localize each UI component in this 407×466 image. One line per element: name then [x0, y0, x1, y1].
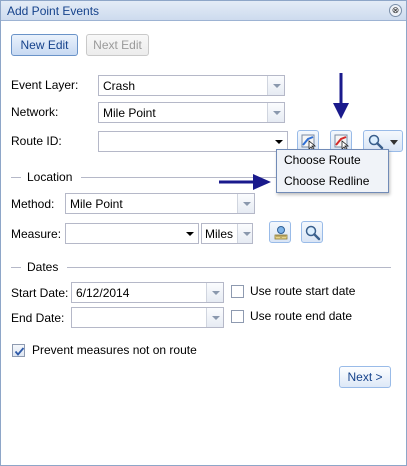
use-route-start-date-label: Use route start date [250, 284, 356, 298]
measure-input[interactable] [65, 223, 199, 244]
method-value: Mile Point [70, 197, 123, 211]
route-id-label: Route ID: [11, 134, 62, 148]
prevent-measures-checkbox[interactable] [12, 344, 25, 357]
measure-pick-button[interactable] [269, 221, 291, 243]
title-bar[interactable]: Add Point Events ⊗ [1, 1, 406, 21]
menu-item-choose-route[interactable]: Choose Route [277, 150, 388, 171]
measure-zoom-button[interactable] [301, 221, 323, 243]
annotation-arrow-down-icon [333, 73, 349, 119]
chevron-down-icon[interactable] [267, 76, 284, 95]
add-point-events-window: Add Point Events ⊗ New Edit Next Edit Ev… [0, 0, 407, 466]
annotation-arrow-right-icon [219, 174, 271, 190]
network-value: Mile Point [103, 106, 156, 120]
measure-pick-icon [274, 226, 288, 240]
next-edit-button[interactable]: Next Edit [86, 34, 149, 56]
network-select[interactable]: Mile Point [98, 102, 285, 123]
measure-units-value: Miles [205, 227, 234, 241]
checkmark-icon [14, 347, 25, 356]
measure-label: Measure: [11, 227, 62, 241]
measure-units-select[interactable]: Miles [201, 223, 253, 244]
chevron-down-icon[interactable] [237, 194, 254, 213]
chevron-down-icon[interactable] [267, 103, 284, 122]
chevron-down-icon[interactable] [181, 224, 198, 243]
event-layer-value: Crash [103, 79, 136, 93]
event-layer-select[interactable]: Crash [98, 75, 285, 96]
network-label: Network: [11, 105, 59, 119]
event-layer-label: Event Layer: [11, 78, 79, 92]
chevron-down-icon[interactable] [237, 224, 252, 243]
method-label: Method: [11, 197, 55, 211]
chevron-down-icon[interactable] [206, 308, 223, 327]
measure-zoom-icon [305, 225, 321, 241]
prevent-measures-label: Prevent measures not on route [32, 343, 197, 357]
next-button[interactable]: Next > [339, 366, 391, 388]
use-route-end-date-checkbox[interactable] [231, 310, 244, 323]
end-date-input[interactable] [71, 307, 224, 328]
dates-section: Dates [11, 260, 391, 274]
use-route-end-date-label: Use route end date [250, 309, 353, 323]
window-title: Add Point Events [7, 4, 100, 18]
menu-item-choose-redline[interactable]: Choose Redline [277, 171, 388, 192]
start-date-label: Start Date: [11, 286, 69, 300]
close-icon[interactable]: ⊗ [389, 4, 402, 17]
route-id-input[interactable] [98, 131, 288, 152]
location-legend: Location [27, 170, 73, 184]
chevron-down-icon[interactable] [206, 283, 223, 302]
use-route-start-date-checkbox[interactable] [231, 285, 244, 298]
dates-legend: Dates [27, 260, 59, 274]
start-date-input[interactable]: 6/12/2014 [71, 282, 224, 303]
chevron-down-icon[interactable] [390, 140, 398, 145]
method-select[interactable]: Mile Point [65, 193, 255, 214]
end-date-label: End Date: [11, 311, 65, 325]
new-edit-button[interactable]: New Edit [11, 34, 78, 56]
route-pick-menu: Choose Route Choose Redline [276, 149, 389, 193]
start-date-value: 6/12/2014 [76, 286, 130, 300]
